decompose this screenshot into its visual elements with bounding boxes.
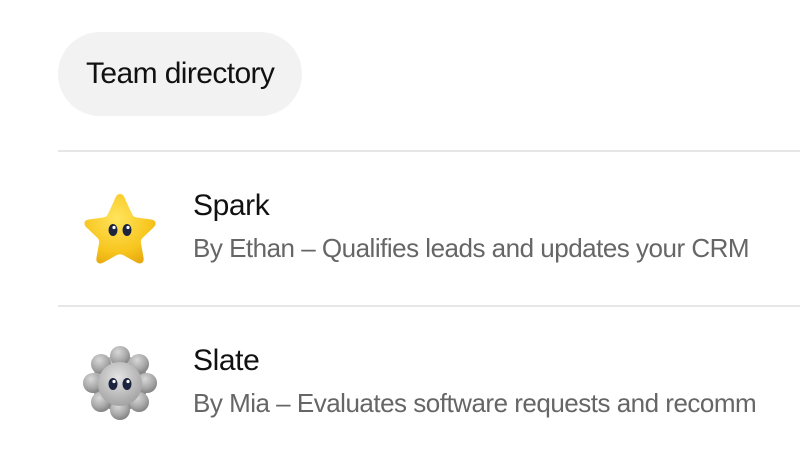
list-item-spark[interactable]: Spark By Ethan – Qualifies leads and upd…	[58, 155, 800, 305]
divider	[58, 150, 800, 152]
team-directory-page: Team directory Spark By Ethan – Qualifie…	[0, 0, 800, 451]
item-subtitle: By Mia – Evaluates software requests and…	[193, 388, 757, 418]
item-title: Spark	[193, 189, 270, 222]
list-item-slate[interactable]: Slate By Mia – Evaluates software reques…	[58, 310, 800, 451]
divider	[58, 305, 800, 307]
item-title: Slate	[193, 344, 260, 377]
team-directory-chip[interactable]: Team directory	[58, 32, 303, 116]
star-bot-icon	[80, 188, 160, 268]
item-subtitle: By Ethan – Qualifies leads and updates y…	[193, 233, 750, 263]
team-directory-chip-label: Team directory	[86, 57, 275, 90]
gear-bot-icon	[80, 343, 160, 423]
